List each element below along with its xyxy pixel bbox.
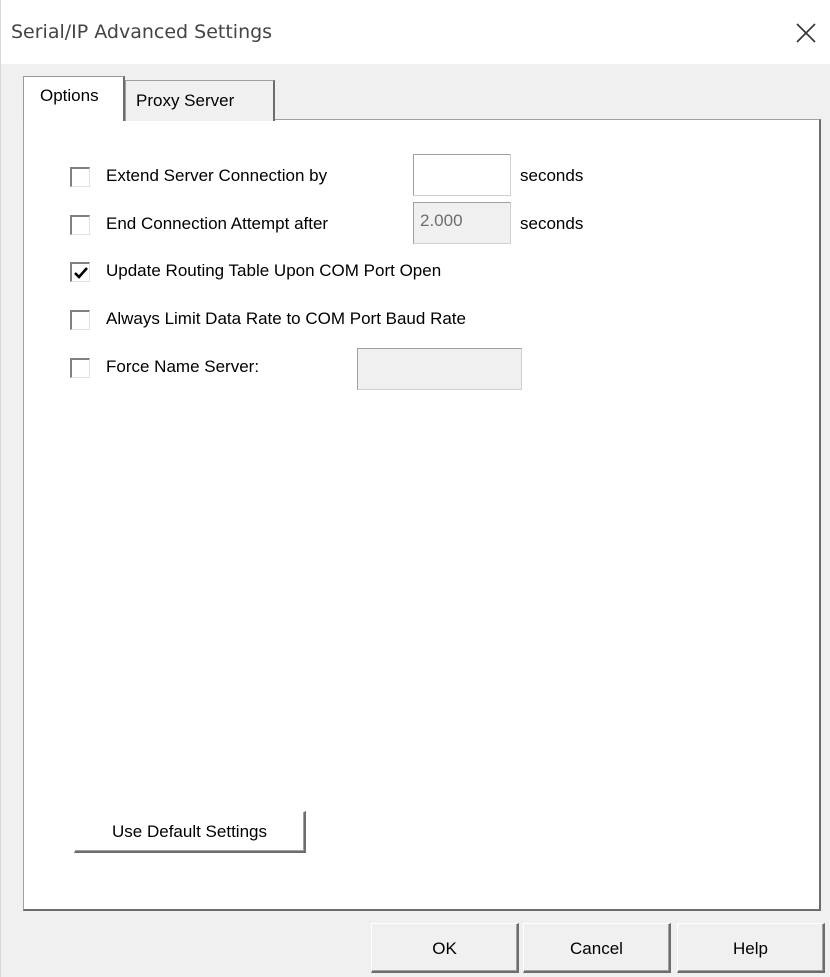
use-default-settings-button[interactable]: Use Default Settings	[74, 811, 306, 853]
window-title: Serial/IP Advanced Settings	[11, 21, 273, 43]
tab-proxy-server[interactable]: Proxy Server	[125, 80, 275, 121]
update-routing-row: Update Routing Table Upon COM Port Open	[70, 259, 670, 285]
cancel-button[interactable]: Cancel	[523, 923, 671, 973]
help-button[interactable]: Help	[677, 923, 825, 973]
extend-connection-unit: seconds	[520, 166, 584, 185]
end-attempt-unit: seconds	[520, 214, 584, 233]
limit-rate-label: Always Limit Data Rate to COM Port Baud …	[106, 309, 466, 328]
update-routing-checkbox[interactable]	[70, 262, 90, 282]
limit-rate-checkbox[interactable]	[70, 310, 90, 330]
checkmark-icon	[74, 267, 88, 279]
tab-options-label: Options	[40, 86, 99, 105]
tab-proxy-server-label: Proxy Server	[136, 91, 235, 110]
end-attempt-label: End Connection Attempt after	[106, 214, 329, 233]
options-panel: Extend Server Connection by seconds End …	[23, 119, 821, 911]
update-routing-label: Update Routing Table Upon COM Port Open	[106, 261, 442, 280]
ok-button[interactable]: OK	[371, 923, 519, 973]
end-attempt-checkbox[interactable]	[70, 215, 90, 235]
limit-rate-row: Always Limit Data Rate to COM Port Baud …	[70, 307, 670, 333]
force-name-server-input[interactable]	[357, 348, 522, 390]
title-bar: Serial/IP Advanced Settings	[1, 0, 830, 64]
force-name-server-checkbox[interactable]	[70, 358, 90, 378]
extend-connection-label: Extend Server Connection by	[106, 166, 328, 185]
tab-options[interactable]: Options	[23, 76, 125, 121]
extend-connection-input[interactable]	[413, 154, 511, 196]
force-name-server-label: Force Name Server:	[106, 357, 260, 376]
close-icon[interactable]	[791, 18, 821, 48]
extend-connection-checkbox[interactable]	[70, 167, 90, 187]
end-attempt-input[interactable]: 2.000	[413, 202, 511, 244]
dialog-window: Serial/IP Advanced Settings Options Prox…	[0, 0, 830, 977]
